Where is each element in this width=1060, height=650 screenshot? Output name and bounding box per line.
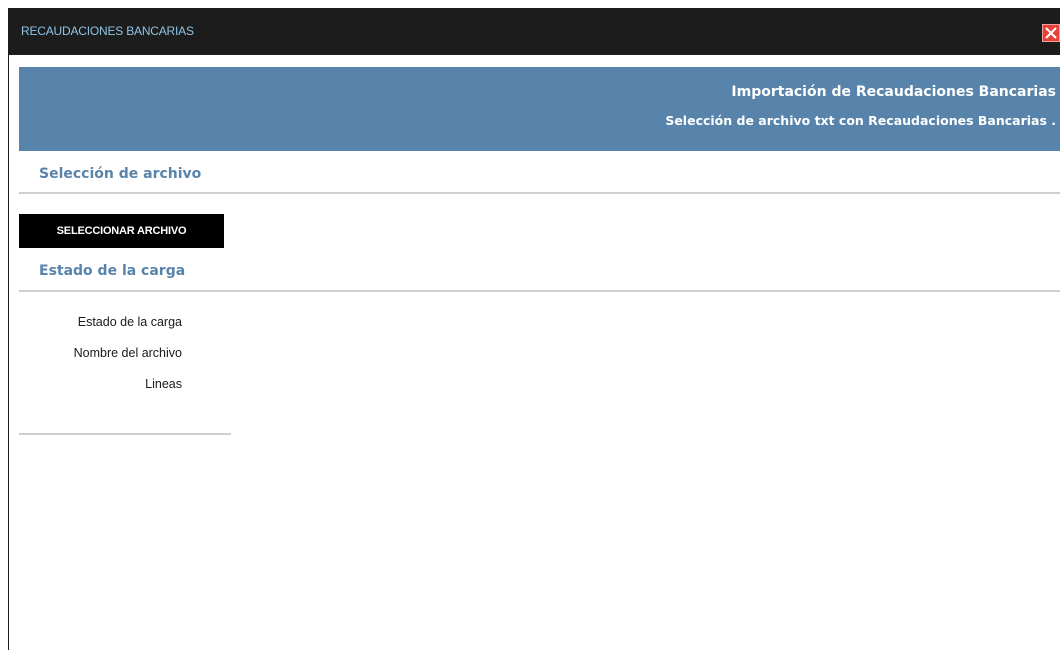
title-bar: RECAUDACIONES BANCARIAS: [9, 8, 1060, 55]
dialog-window: RECAUDACIONES BANCARIAS Importación de R…: [8, 8, 1060, 650]
page-header: Importación de Recaudaciones Bancarias S…: [19, 67, 1060, 151]
page-title: Importación de Recaudaciones Bancarias: [731, 84, 1056, 100]
page-subtitle: Selección de archivo txt con Recaudacion…: [665, 113, 1056, 128]
select-file-button[interactable]: SELECCIONAR ARCHIVO: [19, 214, 224, 248]
close-icon[interactable]: [1042, 24, 1060, 42]
status-label-lineas: Lineas: [145, 377, 182, 391]
status-section-title: Estado de la carga: [39, 263, 186, 279]
file-section-divider: [19, 192, 1060, 194]
status-section-divider: [19, 290, 1060, 292]
status-label-estado: Estado de la carga: [77, 315, 182, 329]
window-title: RECAUDACIONES BANCARIAS: [21, 24, 194, 38]
file-section-title: Selección de archivo: [39, 166, 202, 182]
status-panel-bottom-divider: [19, 433, 231, 435]
close-x-glyph: [1045, 27, 1057, 39]
status-label-nombre-archivo: Nombre del archivo: [73, 346, 182, 360]
